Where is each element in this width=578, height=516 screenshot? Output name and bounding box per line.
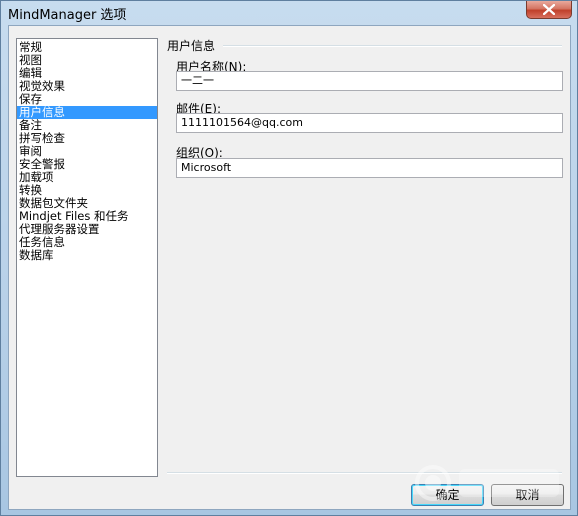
cancel-button[interactable]: 取消 — [491, 484, 564, 506]
options-dialog: MindManager 选项 常规 视图 编辑 视觉效果 保存 用户信息 备注 … — [0, 0, 578, 516]
window-title: MindManager 选项 — [8, 8, 127, 23]
group-title: 用户信息 — [167, 39, 216, 53]
close-button[interactable] — [526, 1, 572, 19]
footer-divider — [167, 472, 562, 474]
sidebar-item-review[interactable]: 审阅 — [17, 145, 157, 158]
sidebar-item-visual-effects[interactable]: 视觉效果 — [17, 80, 157, 93]
sidebar-item-convert[interactable]: 转换 — [17, 184, 157, 197]
close-icon — [543, 4, 555, 15]
sidebar-item-user-info[interactable]: 用户信息 — [17, 106, 157, 119]
sidebar-item-spell-check[interactable]: 拼写检查 — [17, 132, 157, 145]
sidebar-item-mindjet-files[interactable]: Mindjet Files 和任务 — [17, 210, 157, 223]
sidebar-item-general[interactable]: 常规 — [17, 41, 157, 54]
group-divider — [223, 45, 562, 47]
sidebar-item-notes[interactable]: 备注 — [17, 119, 157, 132]
username-field[interactable]: 一二一 — [176, 71, 563, 91]
sidebar-item-database[interactable]: 数据库 — [17, 249, 157, 262]
sidebar-item-view[interactable]: 视图 — [17, 54, 157, 67]
sidebar-item-proxy-settings[interactable]: 代理服务器设置 — [17, 223, 157, 236]
organization-field[interactable]: Microsoft — [176, 158, 563, 178]
email-field[interactable]: 1111101564@qq.com — [176, 113, 563, 133]
dialog-client-area: 常规 视图 编辑 视觉效果 保存 用户信息 备注 拼写检查 审阅 安全警报 加载… — [8, 25, 571, 510]
title-bar[interactable]: MindManager 选项 — [1, 1, 578, 25]
category-list[interactable]: 常规 视图 编辑 视觉效果 保存 用户信息 备注 拼写检查 审阅 安全警报 加载… — [16, 38, 158, 477]
sidebar-item-edit[interactable]: 编辑 — [17, 67, 157, 80]
sidebar-item-security-alerts[interactable]: 安全警报 — [17, 158, 157, 171]
sidebar-item-add-ins[interactable]: 加载项 — [17, 171, 157, 184]
sidebar-item-task-info[interactable]: 任务信息 — [17, 236, 157, 249]
sidebar-item-package-folder[interactable]: 数据包文件夹 — [17, 197, 157, 210]
ok-button[interactable]: 确定 — [411, 484, 484, 506]
sidebar-item-save[interactable]: 保存 — [17, 93, 157, 106]
